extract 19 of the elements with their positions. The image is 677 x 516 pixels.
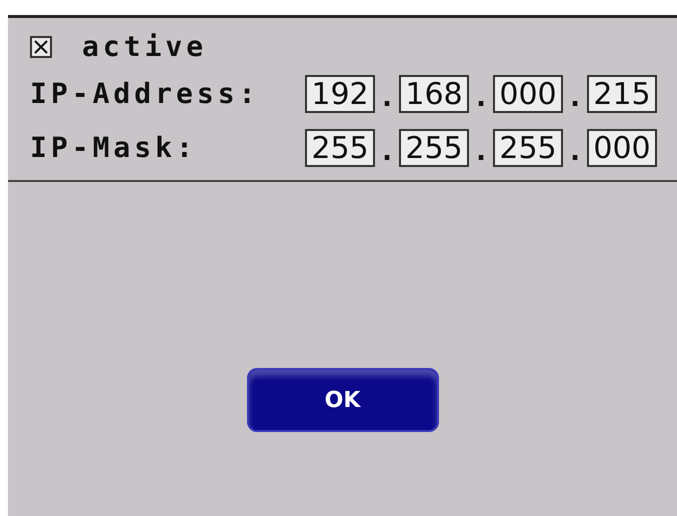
separator-dot: .: [566, 80, 584, 114]
field-label: IP-Address:: [30, 76, 260, 112]
active-checkbox[interactable]: [30, 36, 52, 58]
separator-dot: .: [472, 80, 490, 114]
separator-dot: .: [378, 134, 396, 168]
field-label: IP-Mask:: [30, 130, 198, 166]
octet-field[interactable]: 255: [305, 129, 375, 167]
octet-field[interactable]: 168: [399, 75, 469, 113]
separator-dot: .: [566, 134, 584, 168]
octet-field[interactable]: 000: [587, 129, 657, 167]
octet-field[interactable]: 215: [587, 75, 657, 113]
octet-field[interactable]: 255: [493, 129, 563, 167]
separator-dot: .: [378, 80, 396, 114]
octet-field[interactable]: 192: [305, 75, 375, 113]
ok-button[interactable]: OK: [246, 368, 438, 432]
separator-dot: .: [472, 134, 490, 168]
active-label: active: [82, 29, 208, 65]
octet-field[interactable]: 000: [493, 75, 563, 113]
octet-field[interactable]: 255: [399, 129, 469, 167]
